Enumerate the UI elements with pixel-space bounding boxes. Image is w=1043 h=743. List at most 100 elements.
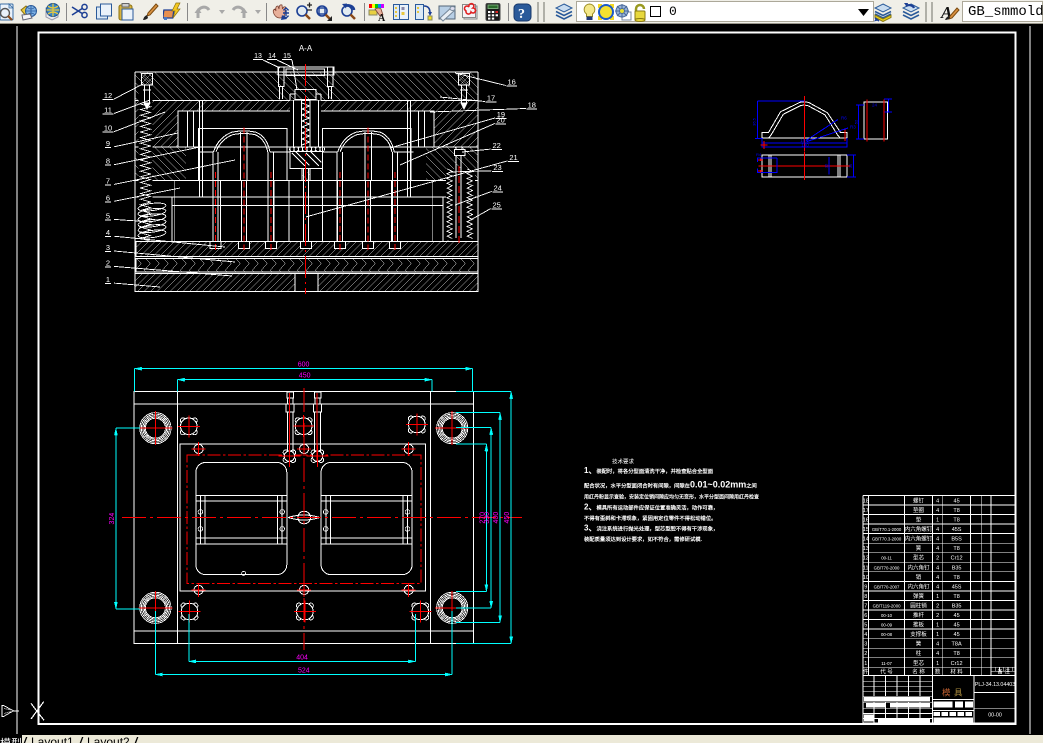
svg-text:R3: R3 xyxy=(850,125,856,130)
svg-text:2: 2 xyxy=(936,603,939,609)
svg-text:11: 11 xyxy=(104,106,112,115)
svg-text:B35: B35 xyxy=(952,565,962,571)
svg-text:R4: R4 xyxy=(756,152,762,157)
svg-text:用红丹粉显示查验，安装定位销间隙应均匀无变形，水平分型面间隙: 用红丹粉显示查验，安装定位销间隙应均匀无变形，水平分型面间隙用红丹检查 xyxy=(583,494,760,501)
svg-text:12: 12 xyxy=(104,91,112,100)
svg-text:9: 9 xyxy=(864,584,867,590)
svg-text:件: 件 xyxy=(863,668,869,676)
svg-text:簧: 簧 xyxy=(916,544,922,552)
svg-text:2: 2 xyxy=(106,258,110,267)
svg-text:324: 324 xyxy=(109,513,116,525)
svg-text:4: 4 xyxy=(936,508,939,514)
svg-text:T8: T8 xyxy=(953,508,959,514)
svg-text:具: 具 xyxy=(954,688,963,698)
svg-text:不得有歪斜和卡滞现象，紧固用定位零件不得松动错位。: 不得有歪斜和卡滞现象，紧固用定位零件不得松动错位。 xyxy=(584,514,716,522)
svg-text:00-00: 00-00 xyxy=(988,713,1002,719)
svg-text:T8: T8 xyxy=(953,594,959,600)
svg-text:1: 1 xyxy=(106,275,110,284)
svg-text:450: 450 xyxy=(299,373,311,380)
svg-text:4: 4 xyxy=(936,498,939,504)
svg-text:数: 数 xyxy=(935,668,941,676)
svg-text:24: 24 xyxy=(494,183,502,192)
svg-text:2: 2 xyxy=(936,556,939,562)
svg-text:圆柱销: 圆柱销 xyxy=(910,601,927,609)
svg-text:13: 13 xyxy=(863,546,869,552)
svg-text:20: 20 xyxy=(497,116,505,125)
svg-text:404: 404 xyxy=(296,654,308,661)
svg-text:45: 45 xyxy=(954,498,960,504)
svg-text:4: 4 xyxy=(936,642,939,648)
svg-text:4: 4 xyxy=(936,537,939,543)
svg-text:R6: R6 xyxy=(841,116,847,121)
svg-text:22: 22 xyxy=(493,141,501,150)
svg-text:35: 35 xyxy=(848,163,853,168)
svg-text:3: 3 xyxy=(864,642,867,648)
svg-text:?: ? xyxy=(518,7,525,22)
svg-text:内六角钉: 内六角钉 xyxy=(908,563,931,571)
svg-text:螺钉: 螺钉 xyxy=(913,496,925,504)
svg-text:T8A: T8A xyxy=(952,642,962,648)
svg-text:4: 4 xyxy=(106,228,110,237)
svg-text:代 号: 代 号 xyxy=(880,668,893,676)
svg-text:1: 1 xyxy=(864,661,867,667)
svg-text:15: 15 xyxy=(863,527,869,533)
svg-text:簧: 簧 xyxy=(916,640,922,648)
svg-text:10: 10 xyxy=(863,575,869,581)
svg-text:12: 12 xyxy=(863,556,869,562)
svg-text:6: 6 xyxy=(106,193,110,202)
svg-text:600: 600 xyxy=(298,362,310,369)
svg-text:配合状况，水平分型面闭合时有间隙，间隙在0.01~0.02m: 配合状况，水平分型面闭合时有间隙，间隙在0.01~0.02mm之间 xyxy=(584,480,757,490)
svg-text:45S: 45S xyxy=(952,527,962,533)
svg-text:00-10: 00-10 xyxy=(881,613,893,618)
svg-text:45: 45 xyxy=(954,632,960,638)
svg-text:1: 1 xyxy=(936,632,939,638)
svg-text:17: 17 xyxy=(863,508,869,514)
svg-text:3: 3 xyxy=(106,243,110,252)
svg-text:T8: T8 xyxy=(953,546,959,552)
svg-text:3、浇注系统进行抛光处理，型芯型腔不得有干涉现象，: 3、浇注系统进行抛光处理，型芯型腔不得有干涉现象， xyxy=(584,524,718,533)
svg-text:4: 4 xyxy=(936,584,939,590)
svg-text:推杆: 推杆 xyxy=(913,611,925,619)
svg-text:柱: 柱 xyxy=(916,649,922,657)
svg-text:名 称: 名 称 xyxy=(912,668,925,676)
svg-text:垫圈: 垫圈 xyxy=(913,506,925,514)
svg-text:4: 4 xyxy=(936,546,939,552)
svg-text:B35: B35 xyxy=(952,603,962,609)
svg-text:15: 15 xyxy=(283,53,291,60)
svg-text:T8: T8 xyxy=(953,518,959,524)
svg-text:1: 1 xyxy=(936,623,939,629)
svg-text:弹簧: 弹簧 xyxy=(913,592,925,600)
svg-text:9: 9 xyxy=(106,139,110,148)
svg-text:14: 14 xyxy=(863,537,869,543)
svg-text:GB/T70-2007: GB/T70-2007 xyxy=(874,584,900,589)
svg-text:材 料: 材 料 xyxy=(950,668,963,676)
svg-text:45S: 45S xyxy=(952,584,962,590)
svg-text:10: 10 xyxy=(104,124,112,133)
svg-text:GB/T70.3-2000: GB/T70.3-2000 xyxy=(872,537,902,542)
svg-text:1: 1 xyxy=(936,594,939,600)
svg-text:型芯: 型芯 xyxy=(913,554,925,562)
svg-text:支撑板: 支撑板 xyxy=(910,630,927,638)
svg-text:T8: T8 xyxy=(953,575,959,581)
svg-text:GB/T119-2000: GB/T119-2000 xyxy=(873,603,901,608)
svg-text:400: 400 xyxy=(493,512,500,524)
svg-text:21: 21 xyxy=(509,153,517,162)
svg-text:GB/T70-2000: GB/T70-2000 xyxy=(874,565,900,570)
svg-text:13: 13 xyxy=(254,53,262,60)
svg-text:模: 模 xyxy=(942,688,951,698)
svg-text:24: 24 xyxy=(872,103,878,108)
svg-text:330: 330 xyxy=(484,512,491,524)
svg-text:Cr12: Cr12 xyxy=(951,556,963,562)
svg-text:17: 17 xyxy=(487,94,495,103)
svg-text:524: 524 xyxy=(298,668,310,675)
svg-text:52: 52 xyxy=(854,119,859,124)
svg-text:装配质量须达到设计要求，如不符合，需修研试模.: 装配质量须达到设计要求，如不符合，需修研试模. xyxy=(583,535,703,543)
svg-text:T8: T8 xyxy=(953,651,959,657)
svg-text:4: 4 xyxy=(936,565,939,571)
svg-text:140: 140 xyxy=(801,142,809,147)
svg-text:销: 销 xyxy=(916,573,922,581)
svg-text:1、装配时，将各分型面清洗干净，并检查贴合全型面: 1、装配时，将各分型面清洗干净，并检查贴合全型面 xyxy=(584,466,714,475)
svg-text:16: 16 xyxy=(863,518,869,524)
svg-text:4: 4 xyxy=(936,527,939,533)
svg-text:8: 8 xyxy=(864,594,867,600)
